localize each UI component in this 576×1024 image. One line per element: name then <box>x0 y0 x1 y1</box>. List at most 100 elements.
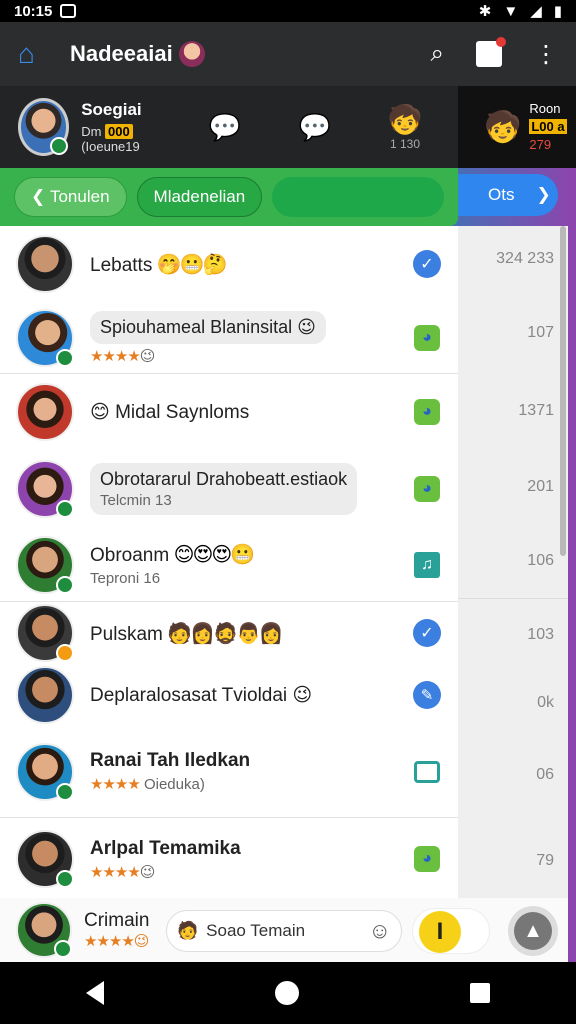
system-nav-bar <box>0 962 576 1024</box>
avatar <box>18 98 70 156</box>
side-count: 0k <box>537 694 554 711</box>
check-icon: ✓ <box>413 619 441 647</box>
avatar <box>16 604 74 662</box>
face-icon: 🧒 <box>387 104 423 135</box>
chat-name: Pulskam <box>90 623 163 645</box>
pen-icon: ✎ <box>413 681 441 709</box>
face-icon: 🧒 <box>484 110 522 144</box>
side-count: 324 233 <box>496 250 554 267</box>
message-sub: Telcmin 13 <box>100 492 172 509</box>
online-indicator <box>56 782 74 801</box>
chat-name: Arlpal Temamika <box>90 837 241 859</box>
side-count: 106 <box>527 552 554 569</box>
chat-bubble-icon: 💬 <box>208 112 242 142</box>
list-item[interactable]: Obroanm 😊😍😍😬 Teproni 16 ♫ <box>0 528 458 602</box>
wifi-icon: ▼ <box>503 2 519 20</box>
leaf-icon: ◕ <box>414 399 440 425</box>
story-main[interactable]: Soegiai Dm 000 (Ioeune19 <box>0 98 180 156</box>
chat-bubble-icon: 💬 <box>298 112 332 142</box>
back-icon[interactable] <box>85 981 104 1005</box>
action-button[interactable]: I <box>419 911 461 953</box>
search-icon[interactable]: ⌕ <box>431 40 444 68</box>
chat-sub: Oieduka) <box>143 776 205 793</box>
story-item[interactable]: 💬 <box>270 110 360 144</box>
online-indicator <box>56 500 74 518</box>
chat-list: Lebatts 🤭😬🤔 ✓ Spiouhameal Blaninsital 😉 … <box>0 226 458 898</box>
list-item[interactable]: Lebatts 🤭😬🤔 ✓ <box>0 226 458 302</box>
side-count: 79 <box>536 852 554 869</box>
emoji-icon[interactable]: ☺ <box>369 918 391 944</box>
compose-icon[interactable] <box>476 37 506 67</box>
app-title: Nadeeaiai <box>70 41 173 66</box>
filter-chips: ❮ Tonulen Mladenelian <box>0 168 458 226</box>
right-pill[interactable]: Ots ❯ <box>458 174 558 216</box>
person-icon: 🧑 <box>177 921 199 940</box>
story-item[interactable]: 🧒 1 130 <box>360 103 450 151</box>
divider <box>458 598 568 599</box>
chat-sub: Teproni 16 <box>90 570 161 587</box>
story-item[interactable]: 💬 <box>180 110 270 144</box>
active-chip[interactable]: Mladenelian <box>136 177 263 217</box>
home-button-icon[interactable] <box>274 981 299 1005</box>
list-item[interactable]: Deplaralosasat Tvioldai 😉 ✎ <box>0 664 458 726</box>
chat-name: Lebatts <box>90 254 153 276</box>
recents-icon[interactable] <box>470 983 491 1003</box>
sub-emoji: 😉 <box>139 347 156 365</box>
online-indicator <box>56 348 74 367</box>
back-chip[interactable]: ❮ Tonulen <box>14 177 127 217</box>
list-item[interactable]: Spiouhameal Blaninsital 😉 ★★★★😉 ◕ <box>0 302 458 374</box>
list-item[interactable]: 😊 Midal Saynloms ◕ <box>0 374 458 450</box>
chat-emoji: 🤭😬🤔 <box>156 253 228 276</box>
message-bubble: Spiouhameal Blaninsital 😉 <box>90 310 326 344</box>
avatar <box>16 902 72 958</box>
scrollbar[interactable] <box>560 226 566 556</box>
navigate-button[interactable]: ▲ <box>508 906 558 956</box>
chevron-right-icon: ❯ <box>536 185 551 204</box>
back-chip-label: Tonulen <box>49 187 110 206</box>
rating-stars: ★★★★ <box>90 776 141 793</box>
blank-chip[interactable] <box>272 177 444 217</box>
app-bar: ⌂ Nadeeaiai ⌕ ⋮ <box>0 22 576 86</box>
right-pill-label: Ots <box>488 185 515 204</box>
story-name: Soegiai <box>81 100 142 119</box>
status-time: 10:15 <box>14 2 53 20</box>
rating-stars: ★★★★ <box>90 347 141 365</box>
action-pill[interactable]: I <box>412 908 490 954</box>
more-icon[interactable]: ⋮ <box>534 40 558 69</box>
message-input[interactable]: 🧑 Soao Temain ☺ <box>166 910 402 952</box>
composer-bar: Crimain ★★★★😉 🧑 Soao Temain ☺ I ▲ <box>0 898 568 962</box>
composer-name: Crimain <box>84 910 150 931</box>
message-text: Obrotararul Drahobeatt.estiaok <box>100 469 348 489</box>
story-sub-prefix: Dm <box>81 124 102 139</box>
group-avatars: 🧑👩🧔👨👩 <box>167 622 284 645</box>
chat-icon <box>414 760 440 783</box>
story-badge: 000 <box>105 124 133 139</box>
home-icon[interactable]: ⌂ <box>18 39 48 69</box>
list-item[interactable]: Arlpal Temamika ★★★★😉 ◕ <box>0 818 458 898</box>
story-right-count: 279 <box>529 137 552 152</box>
online-indicator <box>56 575 74 594</box>
stories-bar: Soegiai Dm 000 (Ioeune19 💬 💬 🧒 1 130 🧒 R… <box>0 86 576 168</box>
message-bubble: Obrotararul Drahobeatt.estiaok Telcmin 1… <box>90 463 358 515</box>
online-indicator <box>56 644 74 662</box>
avatar <box>16 383 74 441</box>
story-right-title: Roon <box>529 101 561 116</box>
chat-name: Ranai Tah Iledkan <box>90 750 251 771</box>
signal-icon: ◢ <box>530 3 542 20</box>
list-item[interactable]: Obrotararul Drahobeatt.estiaok Telcmin 1… <box>0 450 458 528</box>
avatar <box>16 235 74 293</box>
screen: 10:15 ✱ ▼ ◢ ▮ ⌂ Nadeeaiai ⌕ ⋮ Soegiai Dm… <box>0 0 576 1024</box>
online-indicator <box>56 870 74 888</box>
story-sub: Dm 000 (Ioeune19 <box>81 124 180 154</box>
avatar <box>16 742 74 801</box>
side-panel: 324 233 107 1371 201 106 103 0k 06 79 <box>458 226 568 898</box>
story-right-badge: L00 a <box>529 119 567 134</box>
story-right[interactable]: 🧒 Roon L00 a 279 <box>458 86 576 168</box>
avatar <box>16 308 74 367</box>
list-item[interactable]: Pulskam 🧑👩🧔👨👩 ✓ <box>0 602 458 664</box>
rating-stars: ★★★★ <box>90 863 141 881</box>
chat-name: Deplaralosasat Tvioldai 😉 <box>90 684 313 706</box>
check-icon: ✓ <box>413 250 441 278</box>
chat-emoji: 😊😍😍😬 <box>173 544 255 566</box>
list-item[interactable]: Ranai Tah Iledkan ★★★★ Oieduka) <box>0 726 458 818</box>
